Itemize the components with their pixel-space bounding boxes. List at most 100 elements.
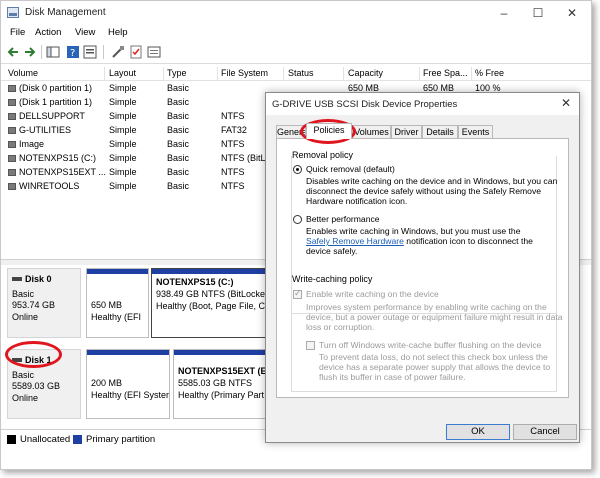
column-header-layout[interactable]: Layout	[109, 68, 136, 78]
menu-file[interactable]: File	[10, 27, 25, 38]
turn-off-buffer-flushing-checkbox[interactable]	[306, 341, 315, 350]
partition-efi[interactable]: 650 MB Healthy (EFI	[86, 268, 149, 338]
minimize-button[interactable]: –	[487, 1, 521, 25]
back-arrow-icon[interactable]	[6, 45, 20, 59]
disk-status: Online	[12, 393, 39, 403]
tab-driver[interactable]: Driver	[391, 125, 422, 139]
cell-volume: NOTENXPS15 (C:)	[19, 153, 97, 163]
disk-type: Basic	[12, 289, 35, 299]
cell-type: Basic	[167, 139, 190, 149]
column-header-capacity[interactable]: Capacity	[348, 68, 383, 78]
cell-layout: Simple	[109, 97, 137, 107]
dialog-close-button[interactable]: ✕	[561, 96, 571, 110]
column-header-volume[interactable]: Volume	[8, 68, 38, 78]
partition-status: Healthy (Primary Part	[178, 390, 265, 400]
volume-list-header: Volume Layout Type File System Status Ca…	[1, 67, 591, 81]
cell-file-system: NTFS	[221, 167, 245, 177]
quick-removal-desc: Disables write caching on the device and…	[306, 176, 558, 186]
partition-color-band	[87, 350, 169, 355]
dialog-title: G-DRIVE USB SCSI Disk Device Properties	[272, 99, 458, 110]
partition-efi[interactable]: 200 MB Healthy (EFI Syster	[86, 349, 170, 419]
better-performance-desc: Enables write caching in Windows, but yo…	[306, 226, 521, 236]
enable-write-caching-desc: Improves system performance by enabling …	[306, 302, 547, 312]
quick-removal-label[interactable]: Quick removal (default)	[306, 164, 395, 174]
toolbar-separator	[41, 45, 42, 59]
cell-file-system: NTFS	[221, 139, 245, 149]
volume-icon	[8, 155, 16, 162]
cell-type: Basic	[167, 167, 190, 177]
view-list-icon[interactable]	[147, 45, 161, 59]
connect-icon[interactable]	[111, 45, 125, 59]
legend-swatch-primary	[73, 435, 82, 444]
disk-icon	[12, 277, 22, 281]
forward-arrow-icon[interactable]	[23, 45, 37, 59]
safely-remove-hardware-link[interactable]: Safely Remove Hardware	[306, 236, 404, 246]
enable-write-caching-checkbox[interactable]	[293, 288, 302, 299]
disk-status: Online	[12, 312, 39, 322]
partition-size: 200 MB	[91, 378, 123, 388]
tab-events[interactable]: Events	[458, 125, 493, 139]
checklist-icon[interactable]	[129, 45, 143, 59]
turn-off-buffer-flushing-label[interactable]: Turn off Windows write-cache buffer flus…	[319, 340, 541, 350]
partition-color-band	[87, 269, 148, 274]
help-icon[interactable]: ?	[66, 45, 80, 59]
partition-color-band	[174, 350, 270, 355]
cell-volume: NOTENXPS15EXT ...	[19, 167, 106, 177]
enable-write-caching-label[interactable]: Enable write caching on the device	[306, 289, 439, 299]
partition-status: Healthy (EFI Syster	[91, 390, 170, 400]
tab-volumes[interactable]: Volumes	[352, 125, 391, 139]
maximize-button[interactable]: ☐	[521, 1, 555, 25]
volume-icon	[8, 85, 16, 92]
partition-e-drive[interactable]: NOTENXPS15EXT (E 5585.03 GB NTFS Healthy…	[173, 349, 271, 419]
close-button[interactable]: ✕	[555, 1, 589, 25]
disk-management-window: Disk Management – ☐ ✕ File Action View H…	[0, 0, 592, 470]
svg-text:?: ?	[70, 48, 75, 59]
partition-color-band	[152, 269, 270, 274]
cell-layout: Simple	[109, 139, 137, 149]
partition-title: NOTENXPS15EXT (E	[178, 366, 267, 376]
disk-properties-dialog: G-DRIVE USB SCSI Disk Device Properties …	[265, 92, 580, 443]
partition-size: 5585.03 GB NTFS	[178, 378, 253, 388]
volume-icon	[8, 141, 16, 148]
menu-action[interactable]: Action	[35, 27, 61, 38]
column-header-percent-free[interactable]: % Free	[475, 68, 504, 78]
quick-removal-desc: Hardware notification icon.	[306, 196, 408, 206]
volume-icon	[8, 113, 16, 120]
partition-c-drive[interactable]: NOTENXPS15 (C:) 938.49 GB NTFS (BitLocke…	[151, 268, 271, 338]
menu-help[interactable]: Help	[108, 27, 128, 38]
partition-status: Healthy (EFI	[91, 312, 142, 322]
tab-policies[interactable]: Policies	[306, 123, 352, 139]
console-tree-icon[interactable]	[46, 45, 60, 59]
ok-button[interactable]: OK	[446, 424, 510, 440]
column-header-file-system[interactable]: File System	[221, 68, 268, 78]
volume-icon	[8, 169, 16, 176]
better-performance-desc-line: Safely Remove Hardware notification icon…	[306, 236, 533, 246]
window-title: Disk Management	[25, 7, 106, 18]
cell-layout: Simple	[109, 181, 137, 191]
cell-layout: Simple	[109, 125, 137, 135]
cell-layout: Simple	[109, 111, 137, 121]
volume-icon	[8, 99, 16, 106]
column-header-free-space[interactable]: Free Spa...	[423, 68, 468, 78]
partition-status: Healthy (Boot, Page File, Cr	[156, 301, 269, 311]
menu-view[interactable]: View	[75, 27, 95, 38]
volume-icon	[8, 127, 16, 134]
cell-layout: Simple	[109, 83, 137, 93]
disk-0-label[interactable]: Disk 0 Basic 953.74 GB Online	[7, 268, 81, 338]
quick-removal-radio[interactable]	[293, 165, 302, 174]
better-performance-radio[interactable]	[293, 215, 302, 224]
quick-removal-desc: disconnect the device safely without usi…	[306, 186, 542, 196]
cell-file-system: NTFS	[221, 111, 245, 121]
menu-bar: File Action View Help	[1, 25, 591, 41]
column-header-type[interactable]: Type	[167, 68, 187, 78]
properties-icon[interactable]	[83, 45, 97, 59]
cell-volume: G-UTILITIES	[19, 125, 72, 135]
legend-unallocated: Unallocated	[20, 434, 71, 445]
column-header-status[interactable]: Status	[288, 68, 314, 78]
partition-size: 938.49 GB NTFS (BitLocker E	[156, 289, 271, 299]
partition-size: 650 MB	[91, 300, 123, 310]
better-performance-label[interactable]: Better performance	[306, 214, 380, 224]
tab-details[interactable]: Details	[422, 125, 458, 139]
cell-volume: DELLSUPPORT	[19, 111, 85, 121]
cancel-button[interactable]: Cancel	[513, 424, 577, 440]
